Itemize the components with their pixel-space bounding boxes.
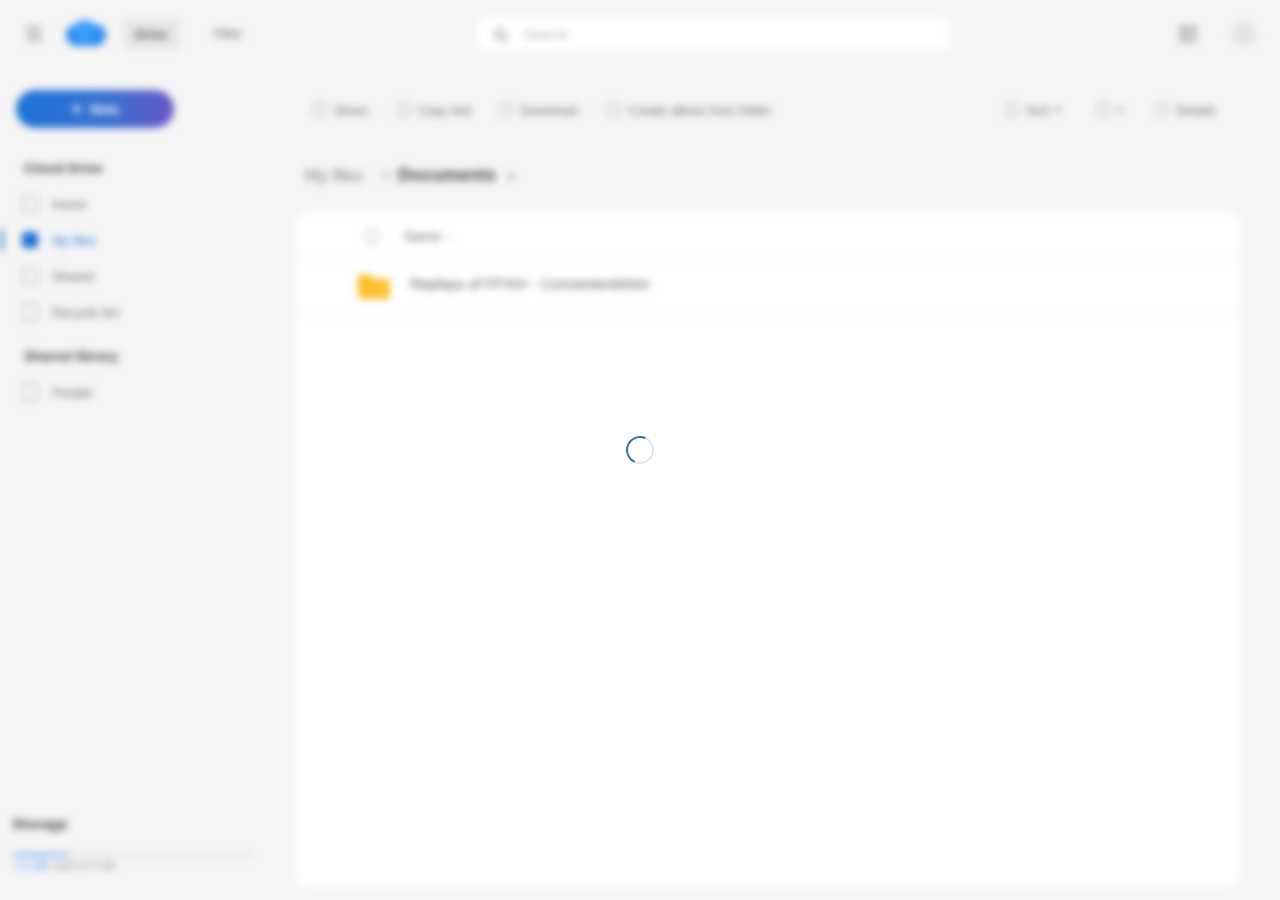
sidebar-item-label: People [52,384,93,400]
download-label: Download [520,102,578,118]
cloud-logo-icon[interactable] [66,20,106,48]
storage-usage-text[interactable]: 1.2 GB used of 5 GB [14,860,116,872]
info-icon [1156,104,1168,116]
share-icon [314,104,326,116]
link-icon [398,104,410,116]
copy-link-label: Copy link [418,102,472,118]
chevron-down-icon: ▾ [1055,104,1061,116]
file-type-icon[interactable] [366,229,378,244]
top-bar: Drive Files [0,0,1280,68]
details-label: Details [1176,102,1216,118]
storage-total: used of 5 GB [51,860,116,872]
tab-drive[interactable]: Drive [124,20,179,48]
details-button[interactable]: Details [1156,98,1216,122]
breadcrumb-current[interactable]: Documents [398,165,496,186]
sort-arrow-icon[interactable]: ↓ [446,229,452,243]
sidebar-item-label: Recycle bin [52,304,120,320]
sort-icon [1006,104,1018,116]
download-icon [500,104,512,116]
chevron-down-icon: ▾ [1118,104,1124,116]
share-icon [22,268,38,284]
search-input[interactable] [524,26,904,42]
sort-button[interactable]: Sort ▾ [1006,98,1061,122]
create-album-label: Create album from folder [628,102,772,118]
create-album-button[interactable]: Create album from folder [608,98,772,122]
share-label: Share [334,102,369,118]
sidebar-item-label: Home [52,196,87,212]
people-icon [22,384,38,400]
table-row[interactable]: Replays of FFXIV - Convenientshire [296,259,1240,315]
new-button[interactable]: + New [16,90,174,128]
search-icon [494,28,506,40]
folder-icon [22,232,38,248]
breadcrumb-root[interactable]: My files [305,166,363,186]
file-list-panel: Name ↓ Replays of FFXIV - Convenientshir… [296,213,1240,886]
view-button[interactable]: ▾ [1098,98,1123,122]
trash-icon [22,304,38,320]
download-button[interactable]: Download [500,98,578,122]
sidebar-item-label: My files [52,232,97,248]
chevron-down-icon[interactable]: ▾ [508,170,514,184]
apps-grid-icon[interactable] [1176,22,1200,46]
sidebar-item-people[interactable]: People [22,379,252,405]
storage-used: 1.2 GB [14,860,49,872]
sidebar-item-recycle-bin[interactable]: Recycle bin [22,299,252,325]
avatar[interactable] [1232,22,1256,46]
new-button-label: New [89,101,119,117]
sidebar-item-label: Shared [52,268,94,284]
storage-progress-fill [12,854,70,856]
sidebar-section-cloud-drive: Cloud Drive [24,160,103,176]
search-box[interactable] [478,18,948,50]
home-icon [22,196,38,212]
storage-progress-bar [12,854,252,856]
sidebar-item-shared[interactable]: Shared [22,263,252,289]
share-button[interactable]: Share [314,98,369,122]
file-list-header: Name ↓ [296,213,1240,259]
sidebar-item-home[interactable]: Home [22,191,252,217]
tab-files[interactable]: Files [204,20,251,48]
plus-icon: + [71,99,82,119]
active-indicator [0,229,3,251]
list-view-icon [1098,104,1110,116]
sidebar: + New Cloud Drive Home My files Shared R… [0,68,270,900]
storage-title: Storage [12,816,68,833]
menu-icon[interactable] [24,24,44,44]
sort-label: Sort [1026,102,1050,118]
sidebar-section-shared-library: Shared library [24,348,119,364]
album-icon [608,104,620,116]
file-name[interactable]: Replays of FFXIV - Convenientshire [410,276,649,293]
column-name-header[interactable]: Name [404,228,441,244]
breadcrumb-separator: > [382,166,392,185]
copy-link-button[interactable]: Copy link [398,98,471,122]
sidebar-item-my-files[interactable]: My files [22,227,252,253]
folder-icon [358,275,390,299]
